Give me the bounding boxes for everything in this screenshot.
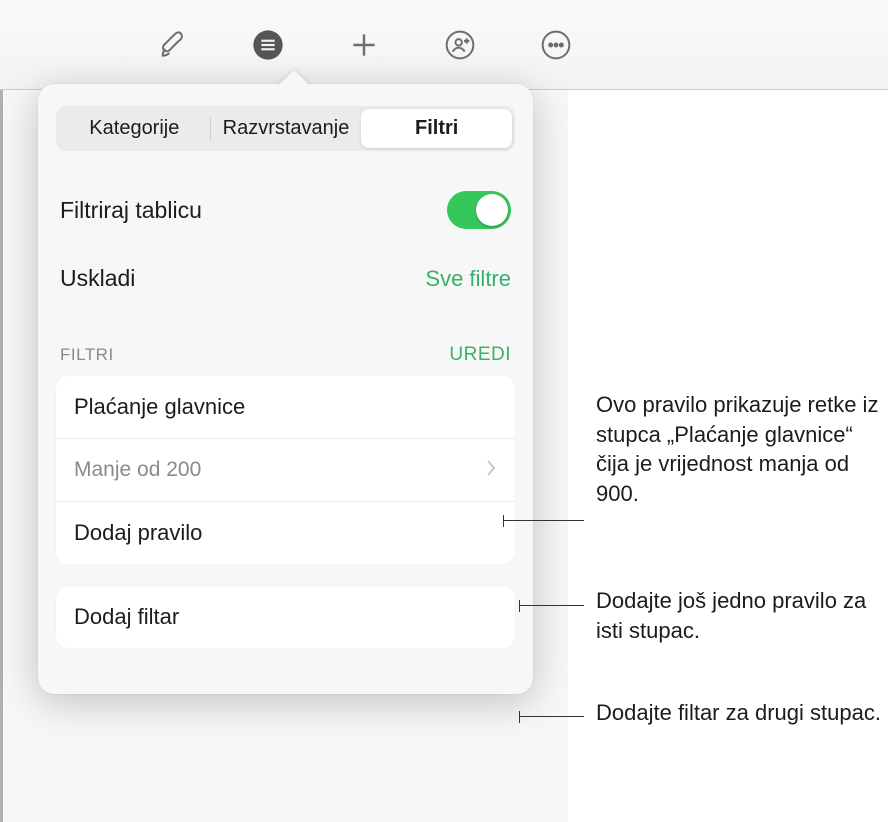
more-circle-icon[interactable]	[538, 27, 574, 63]
tab-filters[interactable]: Filtri	[361, 109, 512, 148]
list-circle-icon[interactable]	[250, 27, 286, 63]
top-toolbar	[0, 0, 888, 90]
rule-condition-text: Manje od 200	[74, 458, 201, 482]
tab-segmented-control: Kategorije Razvrstavanje Filtri	[56, 106, 515, 151]
filter-rule-card: Plaćanje glavnice Manje od 200 Dodaj pra…	[56, 376, 515, 564]
toggle-knob	[476, 194, 508, 226]
filter-table-label: Filtriraj tablicu	[60, 197, 202, 224]
rule-column-row: Plaćanje glavnice	[56, 376, 515, 438]
filter-table-toggle[interactable]	[447, 191, 511, 229]
person-add-icon[interactable]	[442, 27, 478, 63]
add-filter-button[interactable]: Dodaj filtar	[56, 586, 515, 648]
edit-button[interactable]: UREDI	[449, 344, 511, 366]
add-rule-button[interactable]: Dodaj pravilo	[56, 501, 515, 564]
add-filter-card: Dodaj filtar	[56, 586, 515, 648]
match-row[interactable]: Uskladi Sve filtre	[56, 243, 515, 310]
filter-table-row: Filtriraj tablicu	[56, 177, 515, 243]
tab-categories[interactable]: Kategorije	[59, 109, 210, 148]
match-label: Uskladi	[60, 265, 135, 292]
filters-section-title: FILTRI	[60, 345, 114, 365]
content-area: Kategorije Razvrstavanje Filtri Filtrira…	[0, 90, 888, 822]
plus-icon[interactable]	[346, 27, 382, 63]
leader-line	[504, 520, 584, 521]
rule-condition-row[interactable]: Manje od 200	[56, 438, 515, 501]
filters-section-header: FILTRI UREDI	[56, 310, 515, 376]
callout-add-filter: Dodajte filtar za drugi stupac.	[596, 698, 886, 728]
add-rule-label: Dodaj pravilo	[74, 520, 202, 546]
leader-line	[520, 605, 584, 606]
brush-icon[interactable]	[154, 27, 190, 63]
tab-sort[interactable]: Razvrstavanje	[211, 109, 362, 148]
callout-rule: Ovo pravilo prikazuje retke iz stupca „P…	[596, 390, 886, 509]
filters-popover: Kategorije Razvrstavanje Filtri Filtrira…	[38, 84, 533, 694]
leader-line	[520, 716, 584, 717]
rule-column-name: Plaćanje glavnice	[74, 394, 245, 420]
chevron-right-icon	[485, 457, 497, 483]
match-value: Sve filtre	[425, 266, 511, 292]
popover-column: Kategorije Razvrstavanje Filtri Filtrira…	[3, 90, 568, 822]
callouts-column: Ovo pravilo prikazuje retke iz stupca „P…	[568, 90, 888, 822]
add-filter-label: Dodaj filtar	[74, 604, 179, 630]
callout-add-rule: Dodajte još jedno pravilo za isti stupac…	[596, 586, 886, 645]
